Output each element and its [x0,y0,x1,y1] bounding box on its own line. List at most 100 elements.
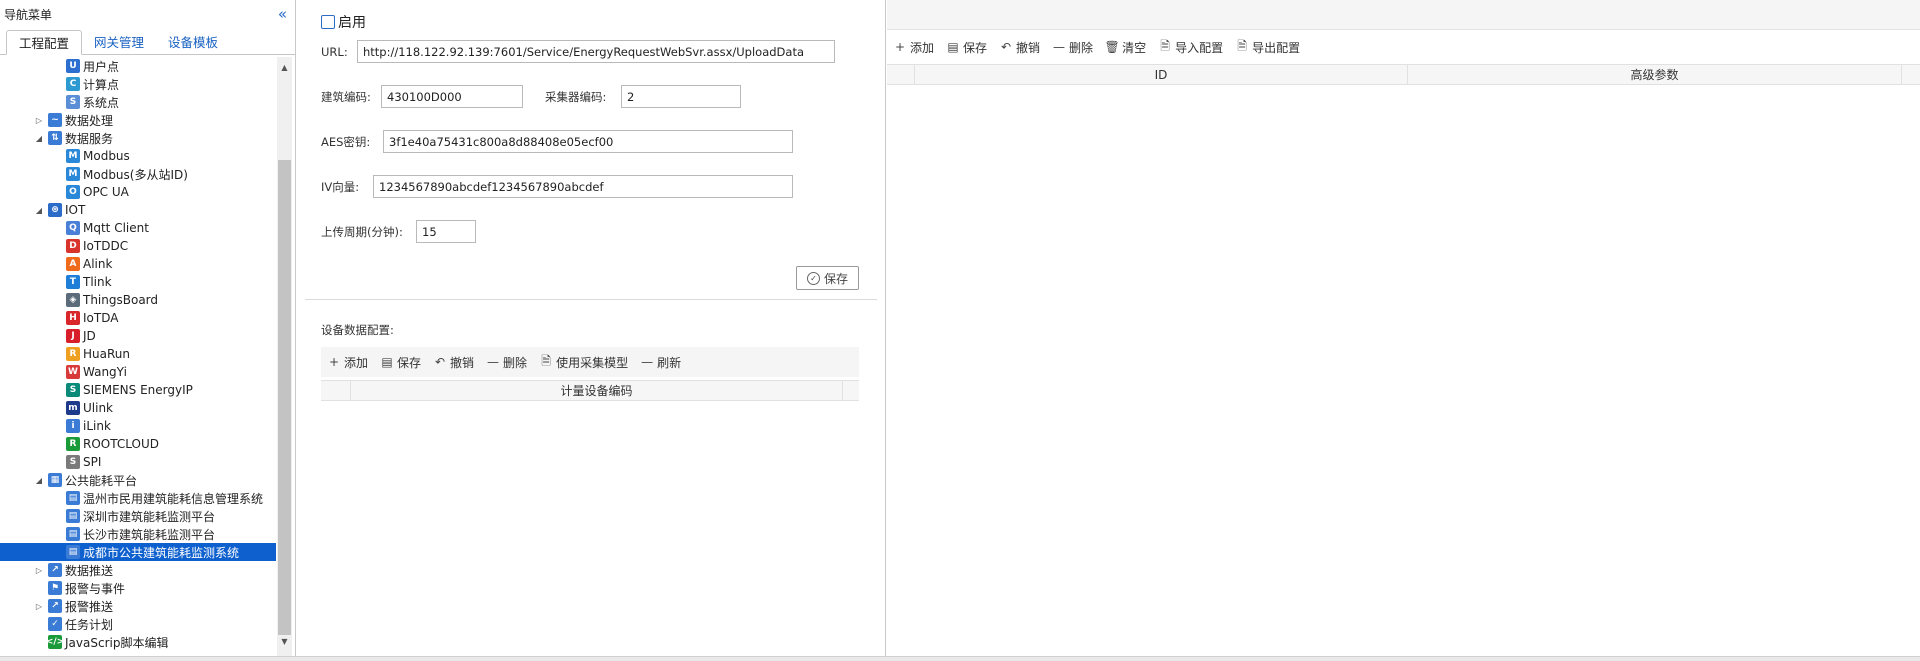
nav-tree-item[interactable]: ▤ 成都市公共建筑能耗监测系统 [0,543,276,561]
right-export-button[interactable]: 🗎 导出配置 [1235,37,1300,58]
device-save-button[interactable]: ▤ 保存 [380,354,421,371]
collapsed-arrow-icon[interactable]: ▷ [34,566,44,575]
right-save-button[interactable]: ▤ 保存 [946,39,987,56]
nav-tree-item-label: 成都市公共建筑能耗监测系统 [83,545,240,560]
nav-scrollbar[interactable]: ▲ ▼ [277,57,292,657]
nav-tree-item[interactable]: C 计算点 [0,75,276,93]
nav-tree-item[interactable]: ▤ 长沙市建筑能耗监测平台 [0,525,276,543]
nav-tree-item[interactable]: ◈ ThingsBoard [0,291,276,309]
nav-tree-item[interactable]: O OPC UA [0,183,276,201]
scroll-up-icon[interactable]: ▲ [277,61,292,75]
nav-tree-item[interactable]: ◢ ⇅ 数据服务 [0,129,276,147]
nav-tree-item[interactable]: A Alink [0,255,276,273]
spi-icon: S [66,455,80,469]
rootcloud-icon: R [66,437,80,451]
nav-tree-item-label: Modbus(多从站ID) [83,167,188,182]
tab-device-template[interactable]: 设备模板 [156,29,230,54]
nav-tree-item[interactable]: J JD [0,327,276,345]
nav-tree-item[interactable]: i iLink [0,417,276,435]
save-icon: ▤ [947,40,959,54]
right-import-button[interactable]: 🗎 导入配置 [1158,37,1223,58]
system-point-icon: S [66,95,80,109]
scroll-down-icon[interactable]: ▼ [277,635,292,649]
aes-key-input[interactable]: 3f1e40a75431c800a8d88408e05ecf00 [383,130,793,153]
nav-tree-item[interactable]: ▤ 温州市民用建筑能耗信息管理系统 [0,489,276,507]
device-undo-button[interactable]: ↶ 撤销 [433,354,474,371]
nav-tree-item[interactable]: ▷ ~ 数据处理 [0,111,276,129]
nav-tree-item[interactable]: ▷ ↗ 报警推送 [0,597,276,615]
tab-project-config[interactable]: 工程配置 [6,30,83,55]
nav-tree-item[interactable]: M Modbus [0,147,276,165]
enable-label: 启用 [338,15,366,31]
collector-code-input[interactable]: 2 [621,85,741,108]
scroll-header-spacer [843,381,859,400]
upload-period-input[interactable]: 15 [416,220,476,243]
column-header-meter-code[interactable]: 计量设备编码 [351,381,843,400]
aes-key-row: AES密钥: 3f1e40a75431c800a8d88408e05ecf00 [321,130,793,153]
nav-tree-item-label: iLink [83,419,111,433]
column-header-advanced-params[interactable]: 高级参数 [1408,65,1902,84]
tab-gateway-management[interactable]: 网关管理 [82,29,156,54]
device-refresh-button[interactable]: — 刷新 [640,354,681,371]
collapsed-arrow-icon[interactable]: ▷ [34,602,44,611]
nav-tree-item[interactable]: U 用户点 [0,57,276,75]
nav-tree-item[interactable]: H IoTDA [0,309,276,327]
expanded-arrow-icon[interactable]: ◢ [34,476,44,485]
scrollbar-thumb[interactable] [278,160,291,635]
nav-tree-item[interactable]: ▤ 深圳市建筑能耗监测平台 [0,507,276,525]
column-header-id[interactable]: ID [915,65,1408,84]
device-delete-button[interactable]: — 删除 [486,354,527,371]
nav-tree-item-label: 数据服务 [65,131,114,146]
nav-tree-item[interactable]: Q Mqtt Client [0,219,276,237]
user-point-icon: U [66,59,80,73]
iotda-icon: H [66,311,80,325]
nav-tree-item[interactable]: T Tlink [0,273,276,291]
undo-icon: ↶ [1001,40,1012,54]
right-clear-button[interactable]: 🗑 清空 [1104,39,1146,56]
building-icon: ▤ [66,527,80,541]
right-undo-button[interactable]: ↶ 撤销 [999,39,1040,56]
url-input[interactable]: http://118.122.92.139:7601/Service/Energ… [357,40,835,63]
nav-tree-item[interactable]: W WangYi [0,363,276,381]
nav-tree-item-label: Alink [83,257,113,271]
expanded-arrow-icon[interactable]: ◢ [34,206,44,215]
nav-tree-item[interactable]: S SPI [0,453,276,471]
nav-tree-item[interactable]: R HuaRun [0,345,276,363]
right-add-button[interactable]: + 添加 [893,39,934,56]
device-table-header: 计量设备编码 [321,380,859,401]
nav-tree-item[interactable]: S 系统点 [0,93,276,111]
url-row: URL: http://118.122.92.139:7601/Service/… [321,40,835,63]
expanded-arrow-icon[interactable]: ◢ [34,134,44,143]
device-toolbar: + 添加 ▤ 保存 ↶ 撤销 — 删除 🗎 使用采集模型 — 刷新 [321,347,859,377]
nav-tree-item[interactable]: ◢ ⊛ IOT [0,201,276,219]
upload-period-row: 上传周期(分钟): 15 [321,220,476,243]
nav-header: 导航菜单 « [0,0,295,28]
nav-tree-item[interactable]: R ROOTCLOUD [0,435,276,453]
double-chevron-left-icon[interactable]: « [278,5,291,23]
document-icon: 🗎 [541,353,551,368]
enable-row: 启用 [321,12,366,32]
nav-tree: U 用户点 C 计算点 S 系统点 ▷ ~ 数据处理 ◢ ⇅ 数据服务 M Modbus M Modbus(多… [0,57,276,657]
collapsed-arrow-icon[interactable]: ▷ [34,116,44,125]
nav-tree-item[interactable]: D IoTDDC [0,237,276,255]
nav-tree-item[interactable]: ◢ ▦ 公共能耗平台 [0,471,276,489]
nav-tree-item[interactable]: M Modbus(多从站ID) [0,165,276,183]
nav-tree-item[interactable]: </> JavaScrip脚本编辑 [0,633,276,651]
nav-tree-item[interactable]: ✓ 任务计划 [0,615,276,633]
nav-tree-item[interactable]: ⚑ 报警与事件 [0,579,276,597]
building-code-input[interactable]: 430100D000 [381,85,523,108]
nav-tree-item[interactable]: S SIEMENS EnergyIP [0,381,276,399]
modbus-multi-icon: M [66,167,80,181]
platform-config-panel: 启用 URL: http://118.122.92.139:7601/Servi… [297,0,886,661]
enable-checkbox[interactable] [321,15,335,29]
iv-row: IV向量: 1234567890abcdef1234567890abcdef [321,175,793,198]
iv-input[interactable]: 1234567890abcdef1234567890abcdef [373,175,793,198]
nav-tree-item[interactable]: m Ulink [0,399,276,417]
url-label: URL: [321,44,348,59]
save-button-label: 保存 [823,271,848,286]
right-delete-button[interactable]: — 删除 [1052,39,1093,56]
device-add-button[interactable]: + 添加 [327,354,368,371]
device-use-model-button[interactable]: 🗎 使用采集模型 [539,352,628,373]
nav-tree-item[interactable]: ▷ ↗ 数据推送 [0,561,276,579]
save-button[interactable]: ✓ 保存 [796,266,859,290]
